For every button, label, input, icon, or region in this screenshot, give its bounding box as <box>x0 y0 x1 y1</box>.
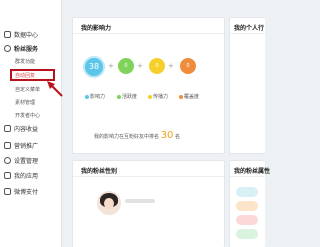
attr-tag <box>236 187 258 197</box>
gender-card-title: 我的粉丝性别 <box>81 168 118 175</box>
plus-sign: + <box>168 62 174 70</box>
influence-card: 我的影响力 38 + 0 + 0 + 0 影响力 活跃度 传播力 覆盖度 我的影… <box>72 17 225 154</box>
influence-score-circle: 38 <box>83 56 105 78</box>
attr-tag <box>236 215 258 225</box>
attr-card-title: 我的粉丝属性 <box>234 168 271 175</box>
divider <box>73 33 224 34</box>
divider <box>230 176 265 177</box>
personal-card: 我的个人行 <box>229 17 265 154</box>
plus-sign: + <box>108 62 114 70</box>
plus-sign: + <box>137 62 143 70</box>
influence-rank: 我的影响力在互粉好友中排名 30 名 <box>94 130 180 141</box>
blurred-text <box>125 199 155 203</box>
influence-card-title: 我的影响力 <box>81 25 112 32</box>
gender-card: 我的粉丝性别 <box>72 160 225 247</box>
personal-card-title: 我的个人行 <box>234 25 265 32</box>
metric-label-activity: 活跃度 <box>117 93 137 100</box>
coverage-dot: 0 <box>180 58 196 74</box>
attr-tag <box>236 229 258 239</box>
metric-label-influence: 影响力 <box>85 93 105 100</box>
divider <box>230 33 265 34</box>
rank-number: 30 <box>160 130 174 141</box>
attr-tag <box>236 201 258 211</box>
spread-dot: 0 <box>149 58 165 74</box>
metric-label-coverage: 覆盖度 <box>179 93 199 100</box>
avatar <box>97 191 121 215</box>
metric-label-spread: 传播力 <box>148 93 168 100</box>
attr-card: 我的粉丝属性 <box>229 160 270 247</box>
divider <box>73 176 224 177</box>
activity-dot: 0 <box>118 58 134 74</box>
